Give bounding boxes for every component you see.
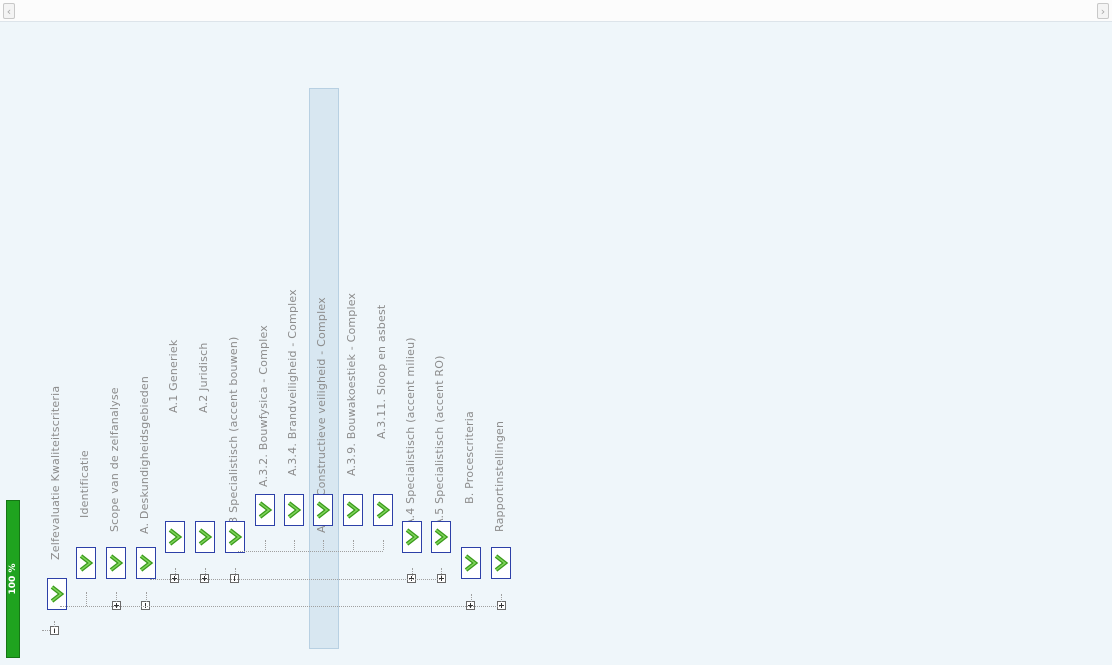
tree-node-label[interactable]: A.5 Specialistisch (accent RO)	[433, 355, 447, 526]
tree-connector	[265, 540, 266, 550]
checkbox[interactable]	[136, 547, 156, 579]
tree-connector	[441, 568, 442, 576]
tree-connector	[60, 606, 500, 607]
tree-connector	[353, 540, 354, 550]
tree-node-label[interactable]: A.2 Juridisch	[197, 342, 211, 413]
tree-connector	[412, 568, 413, 576]
chevron-right-icon[interactable]: ›	[1097, 3, 1109, 19]
tree-node-label[interactable]: Zelfevaluatie Kwaliteitscriteria	[49, 386, 63, 560]
tree-node-label[interactable]: A.3.2. Bouwfysica - Complex	[257, 325, 271, 487]
tree-connector	[54, 621, 55, 629]
tree-node-label[interactable]: Scope van de zelfanalyse	[108, 387, 122, 532]
checkbox[interactable]	[225, 521, 245, 553]
checkbox[interactable]	[491, 547, 511, 579]
tree-connector	[150, 579, 440, 580]
tree-node-label[interactable]: Identificatie	[78, 450, 92, 518]
tree-connector	[323, 540, 324, 550]
checkbox[interactable]	[402, 521, 422, 553]
tree-node-label[interactable]: A.3.11. Sloop en asbest	[375, 305, 389, 439]
tree-node-label[interactable]: A.1 Generiek	[167, 340, 181, 413]
checkbox[interactable]	[284, 494, 304, 526]
tree-connector	[146, 592, 147, 602]
checkbox[interactable]	[461, 547, 481, 579]
tree-connector	[471, 594, 472, 602]
tree-connector	[294, 540, 295, 550]
horizontal-scrollbar[interactable]: ‹ ›	[0, 0, 1112, 22]
tree-node-label[interactable]: A.3.4. Brandveiligheid - Complex	[286, 289, 300, 476]
checkbox[interactable]	[343, 494, 363, 526]
checkbox[interactable]	[255, 494, 275, 526]
checkbox[interactable]	[313, 494, 333, 526]
checkbox[interactable]	[76, 547, 96, 579]
tree-node-label[interactable]: A. Deskundigheidsgebieden	[138, 376, 152, 534]
tree-connector	[205, 568, 206, 576]
tree-node-label[interactable]: A.3.9. Bouwakoestiek - Complex	[345, 293, 359, 476]
tree-connector	[383, 540, 384, 550]
tree-connector	[501, 594, 502, 602]
tree-node-label[interactable]: A.4 Specialistisch (accent milieu)	[404, 337, 418, 526]
checkbox[interactable]	[195, 521, 215, 553]
checkbox[interactable]	[165, 521, 185, 553]
tree-node-label[interactable]: A.3 Specialistisch (accent bouwen)	[227, 336, 241, 535]
chevron-left-icon[interactable]: ‹	[3, 3, 15, 19]
checkbox[interactable]	[373, 494, 393, 526]
tree-connector	[86, 592, 87, 606]
tree-connector	[235, 568, 236, 576]
tree-connector	[42, 630, 50, 631]
tree-node-label[interactable]: B. Procescriteria	[463, 411, 477, 504]
tree-connector	[238, 551, 383, 552]
progress-label: 100 %	[8, 563, 18, 595]
checkbox[interactable]	[106, 547, 126, 579]
progress-bar: 100 %	[6, 500, 20, 658]
tree-node-label[interactable]: Rapportinstellingen	[493, 421, 507, 532]
tree-connector	[116, 592, 117, 602]
tree-connector	[175, 568, 176, 576]
checkbox[interactable]	[431, 521, 451, 553]
